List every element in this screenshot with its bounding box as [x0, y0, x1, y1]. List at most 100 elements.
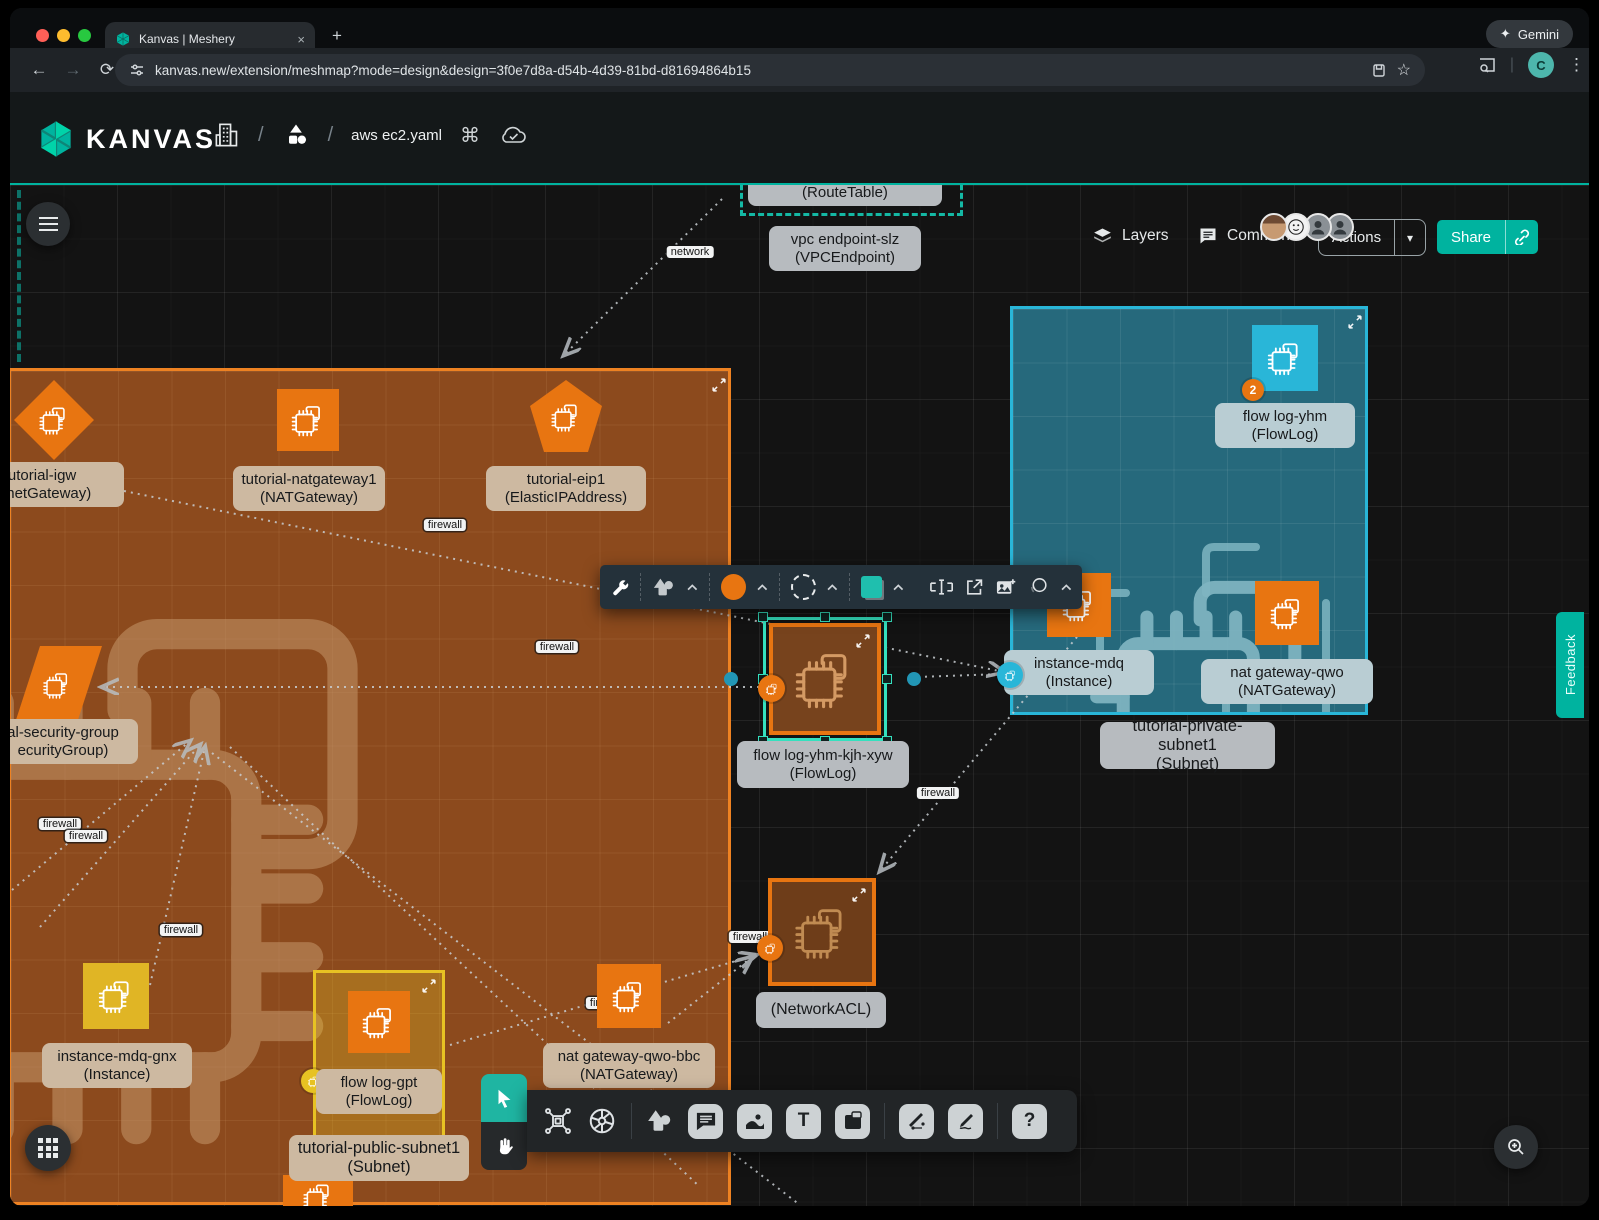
- edge-label-firewall[interactable]: firewall: [160, 924, 202, 936]
- node-label-private-subnet[interactable]: tutorial-private-subnet1(Subnet): [1100, 722, 1275, 769]
- back-button[interactable]: ←: [22, 60, 56, 80]
- fill-color-swatch[interactable]: [721, 574, 746, 600]
- node-internet-gateway[interactable]: [10, 376, 98, 464]
- edge-pen-tool-button[interactable]: [899, 1104, 934, 1139]
- freehand-pencil-tool-button[interactable]: [948, 1104, 983, 1139]
- collapse-icon[interactable]: [422, 979, 436, 993]
- rename-icon[interactable]: [929, 577, 954, 597]
- node-elastic-ip[interactable]: [526, 376, 606, 460]
- help-tool-button[interactable]: ?: [1012, 1104, 1047, 1139]
- collapse-icon[interactable]: [856, 634, 870, 648]
- chevron-up-icon[interactable]: [827, 583, 838, 591]
- node-label-public-subnet[interactable]: tutorial-public-subnet1(Subnet): [289, 1135, 469, 1181]
- save-icon[interactable]: [1371, 62, 1387, 78]
- node-flowlog-selected[interactable]: [769, 623, 881, 735]
- shapes-tool-icon[interactable]: [652, 576, 676, 598]
- border-style-swatch[interactable]: [791, 574, 816, 600]
- node-nat-gateway-bbc[interactable]: [597, 964, 661, 1028]
- edge-port[interactable]: [907, 672, 921, 686]
- chevron-up-icon[interactable]: [1061, 583, 1072, 591]
- comment-tool-button[interactable]: [688, 1104, 723, 1139]
- flowlog-selected-badge[interactable]: [758, 675, 785, 702]
- edge-label-firewall[interactable]: firewall: [917, 787, 959, 799]
- address-bar[interactable]: kanvas.new/extension/meshmap?mode=design…: [115, 54, 1425, 86]
- node-networkacl[interactable]: [768, 878, 876, 986]
- design-canvas[interactable]: (RouteTable) vpc endpoint-slz (VPCEndpoi…: [10, 185, 1589, 1206]
- node-label-flowlog-yhm[interactable]: flow log-yhm(FlowLog): [1215, 403, 1355, 448]
- collapse-icon[interactable]: [1348, 315, 1362, 329]
- pan-tool-button[interactable]: [481, 1122, 527, 1170]
- add-image-icon[interactable]: [995, 577, 1016, 597]
- edge-label-firewall[interactable]: firewall: [424, 519, 466, 531]
- edge-port[interactable]: [724, 672, 738, 686]
- media-tool-button[interactable]: [737, 1104, 772, 1139]
- bookmark-star-icon[interactable]: ☆: [1397, 60, 1411, 80]
- canvas-menu-button[interactable]: [26, 202, 70, 246]
- node-nat-gateway-qwo[interactable]: [1255, 581, 1319, 645]
- share-button[interactable]: Share: [1437, 220, 1538, 254]
- node-label-eip1[interactable]: tutorial-eip1(ElasticIPAddress): [486, 466, 646, 511]
- resize-handle[interactable]: [882, 674, 892, 684]
- layers-button[interactable]: Layers: [1092, 226, 1169, 246]
- node-label-natgateway1[interactable]: tutorial-natgateway1(NATGateway): [233, 466, 385, 511]
- collapse-icon[interactable]: [852, 888, 866, 902]
- new-tab-button[interactable]: +: [332, 26, 342, 46]
- configure-wrench-icon[interactable]: [610, 577, 629, 597]
- kanvas-logo-text[interactable]: KANVAS: [86, 124, 216, 155]
- design-file-name[interactable]: aws ec2.yaml: [351, 127, 442, 144]
- workspace-icon[interactable]: [282, 121, 310, 149]
- edge-label-network[interactable]: network: [667, 246, 714, 258]
- node-flowlog-yhm[interactable]: [1252, 325, 1318, 391]
- flowlog-yhm-count-badge[interactable]: 2: [1242, 379, 1264, 401]
- collaborator-avatar-1[interactable]: [1260, 213, 1288, 241]
- traffic-minimize-button[interactable]: [57, 29, 70, 42]
- chevron-up-icon[interactable]: [893, 583, 904, 591]
- widgets-grid-button[interactable]: [25, 1125, 71, 1171]
- chevron-up-icon[interactable]: [687, 583, 698, 591]
- reading-list-icon[interactable]: [1478, 57, 1496, 73]
- node-label-security-group[interactable]: al-security-groupecurityGroup): [10, 719, 138, 764]
- resize-handle[interactable]: [882, 612, 892, 622]
- chevron-up-icon[interactable]: [757, 583, 768, 591]
- tab-close-icon[interactable]: ×: [297, 32, 305, 47]
- edge-label-firewall[interactable]: firewall: [39, 818, 81, 830]
- node-nat-gateway-1[interactable]: [277, 389, 339, 451]
- node-instance-gnx[interactable]: [83, 963, 149, 1029]
- feedback-tab[interactable]: Feedback: [1556, 612, 1584, 718]
- node-label-networkacl[interactable]: (NetworkACL): [756, 992, 886, 1028]
- cloud-sync-icon[interactable]: [498, 124, 528, 146]
- shapes-tool-icon[interactable]: [646, 1108, 674, 1134]
- browser-menu-icon[interactable]: ⋮: [1568, 55, 1585, 75]
- select-tool-button[interactable]: [481, 1074, 527, 1122]
- organization-icon[interactable]: [214, 120, 240, 150]
- text-tool-button[interactable]: T: [786, 1104, 821, 1139]
- traffic-close-button[interactable]: [36, 29, 49, 42]
- node-label-instance-gnx[interactable]: instance-mdq-gnx(Instance): [42, 1043, 192, 1088]
- components-tool-icon[interactable]: [543, 1106, 573, 1136]
- command-shortcut-icon[interactable]: ⌘: [460, 123, 480, 148]
- edge-label-firewall[interactable]: firewall: [65, 830, 107, 842]
- edge-label-firewall[interactable]: firewall: [536, 641, 578, 653]
- traffic-zoom-button[interactable]: [78, 29, 91, 42]
- zoom-button[interactable]: [1494, 1125, 1538, 1169]
- node-label-igw[interactable]: tutorial-igwternetGateway): [10, 462, 124, 507]
- collapse-icon[interactable]: [712, 378, 726, 392]
- shape-style-swatch[interactable]: [861, 576, 882, 598]
- networkacl-badge[interactable]: [757, 935, 783, 961]
- node-label-flowlog-gpt[interactable]: flow log-gpt(FlowLog): [316, 1069, 442, 1114]
- node-label-flowlog-selected[interactable]: flow log-yhm-kjh-xyw(FlowLog): [737, 741, 909, 788]
- node-label-instance-mdq[interactable]: instance-mdq(Instance): [1004, 650, 1154, 695]
- node-flowlog-gpt[interactable]: [348, 991, 410, 1053]
- node-label-natgateway-qwo[interactable]: nat gateway-qwo(NATGateway): [1201, 659, 1373, 704]
- forward-button[interactable]: →: [56, 60, 90, 80]
- private-subnet-badge[interactable]: [997, 662, 1023, 688]
- gemini-button[interactable]: ✦ Gemini: [1486, 20, 1573, 48]
- node-label-natgateway-bbc[interactable]: nat gateway-qwo-bbc(NATGateway): [543, 1043, 715, 1088]
- actions-caret-icon[interactable]: ▾: [1395, 231, 1425, 245]
- sticky-note-tool-button[interactable]: [835, 1104, 870, 1139]
- kubernetes-tool-icon[interactable]: [587, 1106, 617, 1136]
- resize-handle[interactable]: [820, 612, 830, 622]
- resize-handle[interactable]: [758, 612, 768, 622]
- open-external-icon[interactable]: [965, 577, 984, 597]
- profile-avatar[interactable]: C: [1528, 52, 1554, 78]
